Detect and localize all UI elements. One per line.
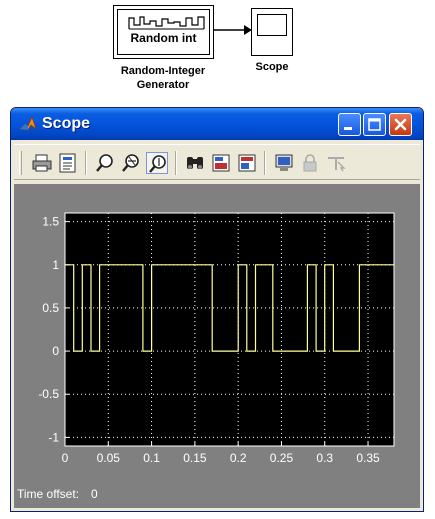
scope-toolbar <box>14 144 420 180</box>
time-offset-label: Time offset: <box>17 487 80 501</box>
x-tick-label: 0.3 <box>316 451 333 465</box>
y-tick-label: 1 <box>52 258 59 272</box>
plot-area <box>64 212 395 447</box>
time-offset-value: 0 <box>91 487 98 501</box>
maximize-button[interactable] <box>363 113 386 136</box>
zoom-x-button[interactable] <box>120 152 142 174</box>
random-signal-icon <box>128 16 205 30</box>
maximize-icon <box>368 118 381 131</box>
floating-scope-button[interactable] <box>273 152 295 174</box>
x-tick-label: 0.2 <box>230 451 247 465</box>
random-int-label: Random int <box>130 31 197 45</box>
x-tick-label: 0 <box>62 451 69 465</box>
zoom-y-button[interactable] <box>146 152 168 174</box>
scope-block[interactable] <box>251 8 293 56</box>
time-offset-readout: Time offset: 0 <box>17 487 110 501</box>
print-icon <box>32 154 52 172</box>
toolbar-separator <box>175 151 177 175</box>
x-tick-label: 0.15 <box>183 451 207 465</box>
save-axes-settings-button[interactable] <box>210 152 232 174</box>
caption-line-1: Random-Integer <box>120 65 206 77</box>
zoom-button[interactable] <box>94 152 116 174</box>
caption-line-2: Generator <box>136 79 190 91</box>
print-button[interactable] <box>31 152 53 174</box>
y-tick-label: 0 <box>52 344 59 358</box>
scope-axes[interactable]: 0 0.05 0.1 0.15 0.2 0.25 0.3 0.35 -1 -0.5 0 0.5 1 1.5 <box>14 184 420 508</box>
random-integer-generator-block[interactable]: Random int <box>113 5 214 59</box>
close-icon <box>394 118 407 131</box>
y-tick-label: 0.5 <box>42 301 59 315</box>
toolbar-separator <box>264 151 266 175</box>
random-integer-generator-caption: Random-Integer Generator <box>88 64 238 92</box>
toolbar-separator <box>85 151 87 175</box>
scope-block-screen-icon <box>257 14 287 36</box>
lock-axes-icon <box>303 154 317 172</box>
x-tick-label: 0.1 <box>143 451 160 465</box>
signal-selector-button[interactable] <box>325 152 347 174</box>
title-bar[interactable]: Scope <box>11 108 423 140</box>
y-tick-label: -0.5 <box>38 387 59 401</box>
floating-scope-icon <box>275 154 293 171</box>
x-tick-label: 0.35 <box>356 451 380 465</box>
parameters-icon <box>59 153 76 173</box>
minimize-icon <box>344 127 352 130</box>
lock-axes-button[interactable] <box>299 152 321 174</box>
x-tick-label: 0.25 <box>270 451 294 465</box>
save-axes-settings-icon <box>212 154 230 172</box>
parameters-button[interactable] <box>57 152 79 174</box>
autoscale-binoculars-icon <box>187 157 203 169</box>
minimize-button[interactable] <box>338 113 361 136</box>
signal-selector-icon <box>328 157 346 172</box>
restore-axes-settings-button[interactable] <box>236 152 258 174</box>
random-integer-block-frame: Random int <box>117 9 210 55</box>
window-title: Scope <box>42 115 91 132</box>
signal-line-arrow[interactable] <box>214 24 252 36</box>
restore-axes-settings-icon <box>238 154 256 172</box>
autoscale-button[interactable] <box>184 152 206 174</box>
zoom-y-icon <box>149 155 166 173</box>
matlab-logo-icon <box>19 115 37 131</box>
y-tick-label: 1.5 <box>42 215 59 229</box>
scope-window: Scope 0 0.05 0.1 0.15 0.2 0.25 0.3 0.35 … <box>10 107 424 512</box>
zoom-icon <box>96 154 113 172</box>
zoom-x-icon <box>122 154 139 172</box>
y-tick-label: -1 <box>48 430 59 444</box>
scope-caption: Scope <box>255 61 289 73</box>
toolbar-grip[interactable] <box>19 151 22 175</box>
close-button[interactable] <box>389 113 412 136</box>
x-tick-label: 0.05 <box>97 451 121 465</box>
scope-plot-panel: 0 0.05 0.1 0.15 0.2 0.25 0.3 0.35 -1 -0.5 0 0.5 1 1.5… <box>14 184 420 508</box>
